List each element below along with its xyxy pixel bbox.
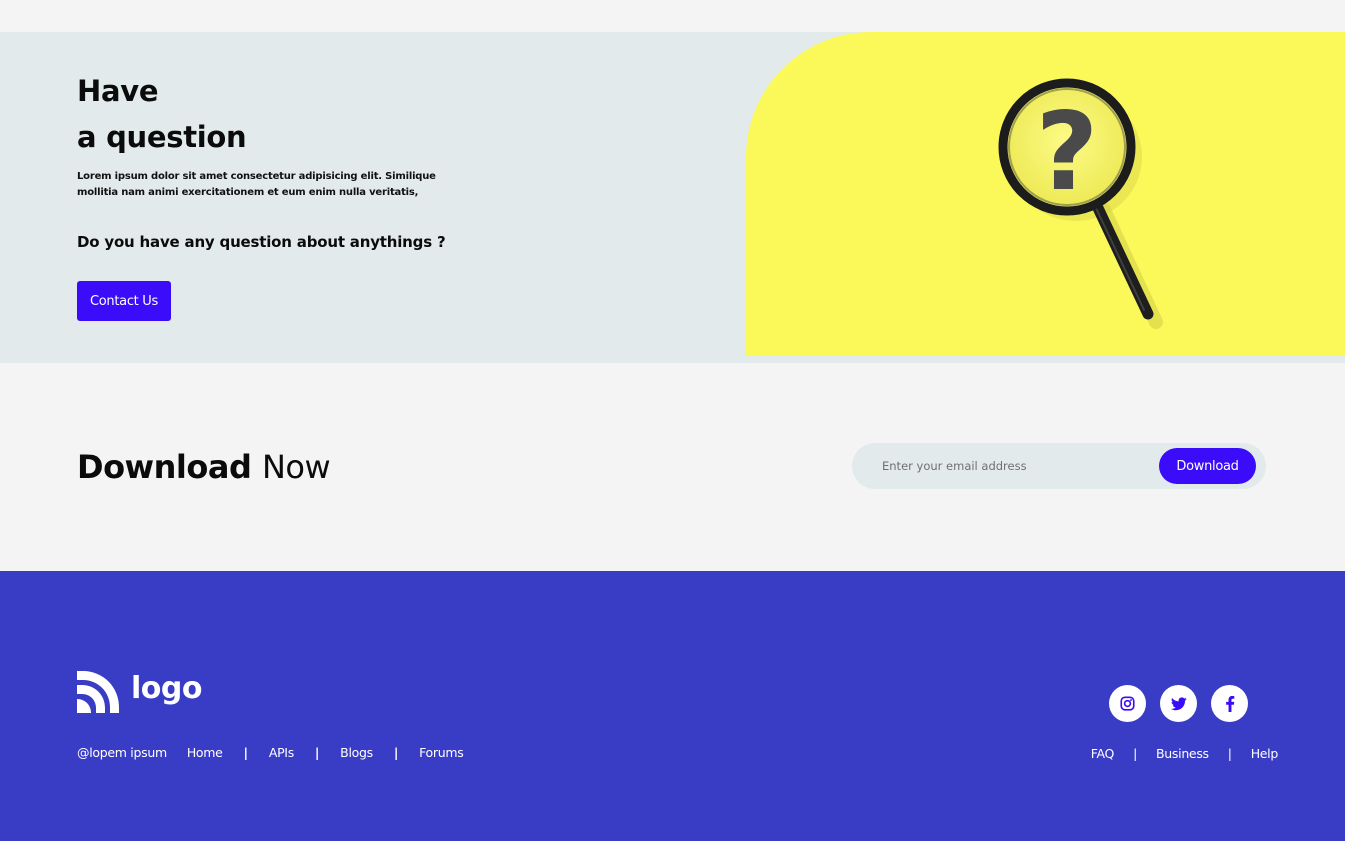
- download-title: Download Now: [77, 446, 331, 488]
- footer-link-home[interactable]: Home: [187, 745, 223, 760]
- hero-section: Have a question Lorem ipsum dolor sit am…: [0, 32, 1345, 363]
- download-button[interactable]: Download: [1159, 448, 1256, 484]
- hero-title-line1: Have: [77, 74, 159, 108]
- footer-link-forums[interactable]: Forums: [419, 745, 464, 760]
- facebook-icon: [1225, 695, 1234, 712]
- link-separator: |: [1227, 745, 1232, 761]
- download-title-bold: Download: [77, 448, 252, 486]
- footer-link-help[interactable]: Help: [1251, 746, 1279, 761]
- footer-link-apis[interactable]: APIs: [269, 745, 294, 760]
- svg-text:?: ?: [1036, 90, 1099, 215]
- link-separator: |: [314, 744, 320, 760]
- magnifying-glass-question-icon: ?: [998, 78, 1163, 329]
- email-input[interactable]: [882, 455, 1152, 477]
- facebook-button[interactable]: [1211, 685, 1248, 722]
- twitter-icon: [1170, 696, 1187, 710]
- hero-title: Have a question: [77, 68, 247, 160]
- link-separator: |: [1133, 745, 1138, 761]
- hero-image: ?: [746, 32, 1345, 355]
- social-links: [1109, 685, 1262, 722]
- instagram-icon: [1120, 696, 1135, 711]
- footer-link-faq[interactable]: FAQ: [1091, 746, 1115, 761]
- contact-us-button[interactable]: Contact Us: [77, 281, 171, 321]
- footer-links-right: FAQ | Business | Help: [1091, 744, 1279, 762]
- twitter-button[interactable]: [1160, 685, 1197, 722]
- hero-description: Lorem ipsum dolor sit amet consectetur a…: [77, 171, 436, 198]
- email-subscribe-form: Download: [852, 443, 1266, 489]
- hero-question: Do you have any question about anythings…: [77, 233, 446, 251]
- logo-text: logo: [131, 671, 202, 706]
- instagram-button[interactable]: [1109, 685, 1146, 722]
- hero-title-line2: a question: [77, 120, 247, 154]
- footer-link-blogs[interactable]: Blogs: [340, 745, 373, 760]
- footer-links-left: @lopem ipsum Home | APIs | Blogs | Forum…: [77, 743, 464, 761]
- link-separator: |: [243, 744, 249, 760]
- link-separator: |: [393, 744, 399, 760]
- footer-link-business[interactable]: Business: [1156, 746, 1209, 761]
- download-title-light: Now: [261, 448, 331, 486]
- rss-feed-icon: [77, 671, 119, 713]
- copyright-text: @lopem ipsum: [77, 744, 167, 760]
- footer: logo @lopem ipsum Home | APIs | Blogs |: [0, 571, 1345, 841]
